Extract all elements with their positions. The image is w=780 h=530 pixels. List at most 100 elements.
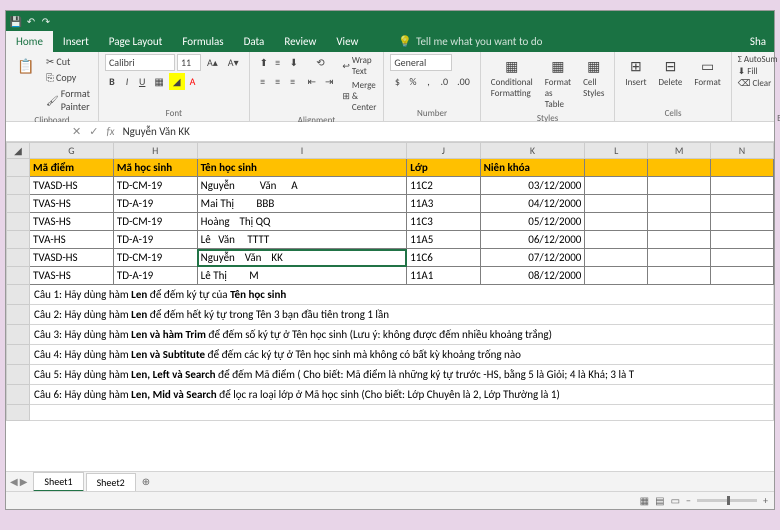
cell[interactable]	[585, 213, 648, 231]
row-header[interactable]	[7, 285, 30, 305]
cell[interactable]: Mã điểm	[30, 159, 114, 177]
tab-home[interactable]: Home	[6, 31, 53, 52]
row-header[interactable]	[7, 195, 30, 213]
row-header[interactable]	[7, 267, 30, 285]
fx-icon[interactable]: fx	[106, 125, 114, 138]
row-header[interactable]	[7, 249, 30, 267]
col-header-m[interactable]: M	[648, 143, 711, 159]
cell[interactable]	[585, 195, 648, 213]
share-button[interactable]: Sha	[742, 31, 774, 52]
next-sheet-button[interactable]: ▶	[20, 475, 28, 488]
orientation-button[interactable]: ⟲	[304, 54, 338, 71]
cell[interactable]: 03/12/2000	[480, 177, 585, 195]
row-header[interactable]	[7, 345, 30, 365]
redo-icon[interactable]: ↷	[40, 15, 52, 27]
format-as-table-button[interactable]: ▦Format as Table	[541, 54, 575, 112]
cell[interactable]: TD-A-19	[113, 231, 197, 249]
cell[interactable]: 05/12/2000	[480, 213, 585, 231]
cell[interactable]	[585, 159, 648, 177]
prev-sheet-button[interactable]: ◀	[10, 475, 18, 488]
cell[interactable]: Tên học sinh	[197, 159, 407, 177]
col-header-g[interactable]: G	[30, 143, 114, 159]
cell[interactable]: TVAS-HS	[30, 267, 114, 285]
cell[interactable]	[711, 267, 774, 285]
sheet-tab-1[interactable]: Sheet1	[33, 472, 83, 492]
row-header[interactable]	[7, 325, 30, 345]
paste-button[interactable]: 📋	[12, 54, 40, 78]
col-header-k[interactable]: K	[480, 143, 585, 159]
zoom-out-button[interactable]: −	[686, 494, 691, 507]
col-header-j[interactable]: J	[407, 143, 480, 159]
cell[interactable]: Câu 1: Hãy dùng hàm Len để đếm ký tự của…	[30, 285, 774, 305]
cell[interactable]: Câu 6: Hãy dùng hàm Len, Mid và Search đ…	[30, 385, 774, 405]
worksheet-grid[interactable]: ◢ G H I J K L M N Mã điểm Mã học sinh Tê…	[6, 142, 774, 471]
cell[interactable]: TD-CM-19	[113, 213, 197, 231]
align-top-button[interactable]: ⬆	[256, 54, 270, 71]
format-cells-button[interactable]: ▭Format	[690, 54, 724, 90]
cell[interactable]	[585, 231, 648, 249]
bold-button[interactable]: B	[105, 73, 119, 90]
fill-color-button[interactable]: ◢	[169, 73, 185, 90]
cell[interactable]: Lê Thị M	[197, 267, 407, 285]
italic-button[interactable]: I	[120, 73, 134, 90]
row-header[interactable]	[7, 159, 30, 177]
cell[interactable]	[585, 267, 648, 285]
cell[interactable]	[648, 231, 711, 249]
cell[interactable]: 11C6	[407, 249, 480, 267]
conditional-formatting-button[interactable]: ▦Conditional Formatting	[487, 54, 537, 101]
decrease-decimal-button[interactable]: .00	[453, 73, 474, 90]
cell[interactable]	[648, 213, 711, 231]
col-header-h[interactable]: H	[113, 143, 197, 159]
cell[interactable]	[711, 195, 774, 213]
cell[interactable]	[711, 177, 774, 195]
align-middle-button[interactable]: ≡	[271, 54, 285, 71]
cell[interactable]: 08/12/2000	[480, 267, 585, 285]
tell-me-search[interactable]: 💡Tell me what you want to do	[388, 31, 552, 52]
cell[interactable]: TD-CM-19	[113, 177, 197, 195]
cell[interactable]: 11A5	[407, 231, 480, 249]
cell[interactable]: TVASD-HS	[30, 249, 114, 267]
font-size-select[interactable]: 11	[177, 54, 201, 71]
col-header-l[interactable]: L	[585, 143, 648, 159]
align-center-button[interactable]: ≡	[271, 73, 285, 90]
view-layout-button[interactable]: ▤	[655, 494, 664, 507]
cell[interactable]: TVASD-HS	[30, 177, 114, 195]
row-header[interactable]	[7, 405, 30, 421]
insert-cells-button[interactable]: ⊞Insert	[621, 54, 650, 90]
col-header-n[interactable]: N	[711, 143, 774, 159]
format-painter-button[interactable]: 🖌Format Painter	[44, 86, 92, 114]
cell[interactable]: TD-A-19	[113, 195, 197, 213]
cell[interactable]: Nguyễn Văn KK	[197, 249, 407, 267]
cell[interactable]: 07/12/2000	[480, 249, 585, 267]
save-icon[interactable]: 💾	[10, 15, 22, 27]
row-header[interactable]	[7, 385, 30, 405]
cell[interactable]: TVA-HS	[30, 231, 114, 249]
cell[interactable]	[585, 249, 648, 267]
cell[interactable]	[648, 249, 711, 267]
cell[interactable]	[30, 405, 774, 421]
view-break-button[interactable]: ▭	[671, 494, 680, 507]
zoom-in-button[interactable]: +	[763, 494, 768, 507]
select-all-button[interactable]: ◢	[7, 143, 30, 159]
row-header[interactable]	[7, 177, 30, 195]
cell[interactable]: Câu 4: Hãy dùng hàm Len và Subtitute để …	[30, 345, 774, 365]
shrink-font-button[interactable]: A▾	[224, 54, 243, 71]
fill-button[interactable]: ⬇Fill	[738, 66, 778, 77]
cell[interactable]: Niên khóa	[480, 159, 585, 177]
cancel-icon[interactable]: ✕	[72, 125, 81, 138]
border-button[interactable]: ▦	[150, 73, 167, 90]
col-header-i[interactable]: I	[197, 143, 407, 159]
tab-view[interactable]: View	[326, 31, 368, 52]
align-left-button[interactable]: ≡	[256, 73, 270, 90]
cell[interactable]: Câu 2: Hãy dùng hàm Len để đếm hết ký tự…	[30, 305, 774, 325]
cell[interactable]: Câu 3: Hãy dùng hàm Len và hàm Trim để đ…	[30, 325, 774, 345]
cell[interactable]	[711, 159, 774, 177]
cell[interactable]: 11C3	[407, 213, 480, 231]
percent-button[interactable]: %	[405, 73, 420, 90]
cell[interactable]: Lớp	[407, 159, 480, 177]
cell[interactable]: Câu 5: Hãy dùng hàm Len, Left và Search …	[30, 365, 774, 385]
cell[interactable]: Mã học sinh	[113, 159, 197, 177]
underline-button[interactable]: U	[135, 73, 149, 90]
cell[interactable]: 04/12/2000	[480, 195, 585, 213]
cell[interactable]: TD-A-19	[113, 267, 197, 285]
